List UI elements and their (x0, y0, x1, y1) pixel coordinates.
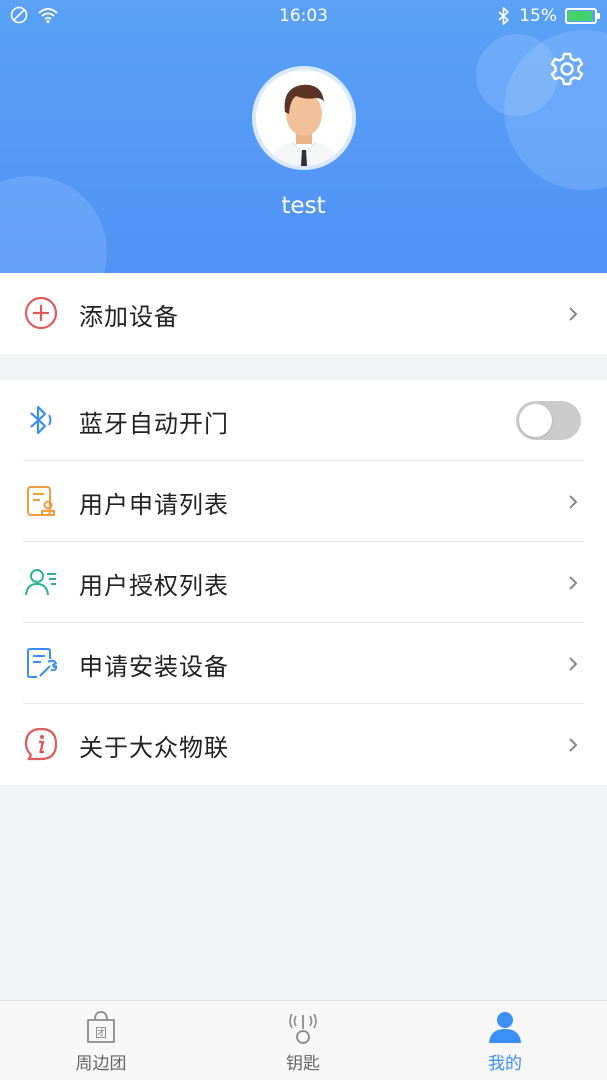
user-application-list-label: 用户申请列表 (79, 491, 229, 519)
chevron-right-icon (569, 307, 578, 321)
tab-nearby-group-label: 周边团 (75, 1054, 127, 1074)
user-avatar-icon (270, 84, 338, 166)
battery-icon (565, 8, 600, 24)
battery-percent: 15% (519, 6, 557, 26)
gear-icon[interactable] (548, 50, 586, 88)
profile-header: 16:03 15% test (0, 0, 607, 273)
chevron-right-icon (569, 576, 578, 590)
bluetooth-icon (498, 7, 510, 25)
user-authorization-icon (25, 569, 56, 596)
tab-keys[interactable]: 钥匙 (202, 1001, 404, 1080)
add-device-card: 添加设备 (0, 273, 607, 354)
settings-list-card: 蓝牙自动开门 用户申请列表 用户授权列表 申请安装设备 关于大众物联 (0, 380, 607, 785)
chevron-right-icon (569, 657, 578, 671)
tab-mine-label: 我的 (488, 1054, 522, 1074)
key-signal-icon (289, 1013, 317, 1044)
add-device-label: 添加设备 (79, 303, 179, 331)
install-device-icon (27, 648, 58, 678)
avatar[interactable] (252, 66, 356, 170)
toggle-knob (519, 404, 552, 437)
decor-bubble (476, 34, 558, 116)
apply-install-device-label: 申请安装设备 (79, 653, 229, 681)
group-bag-icon: 团 (87, 1011, 115, 1043)
application-list-icon (27, 486, 55, 516)
username: test (281, 193, 326, 219)
svg-text:团: 团 (95, 1026, 107, 1040)
decor-bubble (0, 176, 107, 273)
apply-install-device-row[interactable]: 申请安装设备 (0, 623, 607, 704)
user-application-list-row[interactable]: 用户申请列表 (0, 461, 607, 542)
chevron-right-icon (569, 495, 578, 509)
bluetooth-icon (30, 405, 52, 435)
user-authorization-list-label: 用户授权列表 (79, 572, 229, 600)
about-label: 关于大众物联 (79, 734, 229, 762)
chevron-right-icon (569, 738, 578, 752)
bluetooth-auto-open-toggle[interactable] (516, 401, 581, 440)
profile-icon (489, 1012, 521, 1043)
about-row[interactable]: 关于大众物联 (0, 704, 607, 785)
plus-circle-icon (24, 296, 58, 330)
tab-mine[interactable]: 我的 (404, 1001, 606, 1080)
bottom-tab-bar: 团 周边团 钥匙 我的 (0, 1000, 607, 1080)
user-authorization-list-row[interactable]: 用户授权列表 (0, 542, 607, 623)
status-bar: 16:03 15% (0, 0, 607, 32)
bluetooth-auto-open-row: 蓝牙自动开门 (0, 380, 607, 461)
tab-keys-label: 钥匙 (286, 1054, 320, 1074)
bluetooth-auto-open-label: 蓝牙自动开门 (79, 410, 229, 438)
tab-nearby-group[interactable]: 团 周边团 (0, 1001, 202, 1080)
info-icon (24, 727, 58, 761)
add-device-row[interactable]: 添加设备 (0, 273, 607, 354)
